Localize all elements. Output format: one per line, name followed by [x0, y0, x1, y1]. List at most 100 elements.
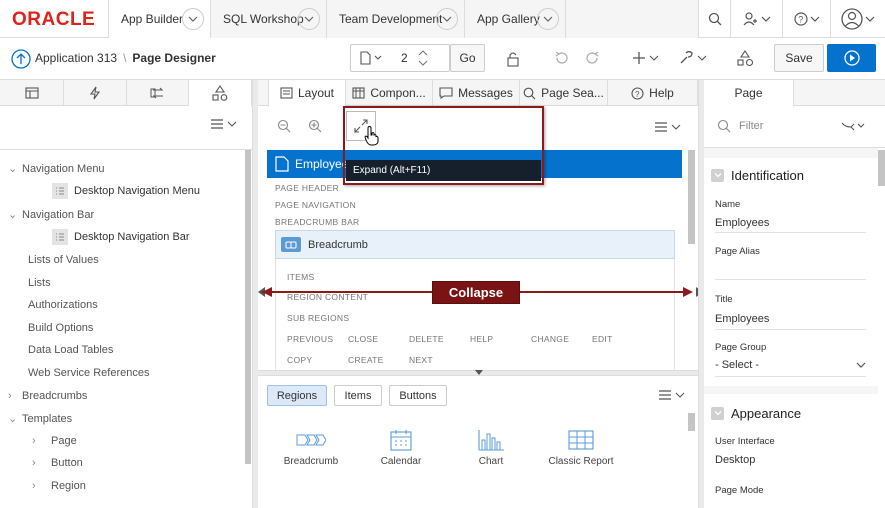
user-interface-value[interactable]: Desktop — [715, 454, 755, 466]
shared-components-icon[interactable] — [736, 49, 754, 67]
tree-node-desktop-navigation-menu[interactable]: Desktop Navigation Menu — [52, 183, 200, 199]
group-label: Appearance — [731, 406, 802, 421]
utilities-wrench-icon[interactable] — [678, 50, 710, 66]
tree-node-web-service-references[interactable]: Web Service References — [28, 367, 149, 379]
group-appearance[interactable]: Appearance — [711, 406, 801, 421]
tree-node-button[interactable]: › Button — [32, 457, 83, 469]
app-up-icon[interactable] — [11, 49, 31, 69]
tree-label: Region — [51, 480, 86, 492]
oracle-logo[interactable]: ORACLE — [12, 9, 95, 31]
chevron-down-icon[interactable] — [537, 8, 559, 30]
svg-text:?: ? — [798, 15, 803, 25]
user-icon[interactable] — [830, 0, 885, 38]
tab-page-search[interactable]: Page Sea... — [520, 80, 608, 106]
tab-shared-components[interactable] — [189, 80, 252, 107]
layout-scrollbar[interactable] — [688, 150, 695, 244]
help-icon[interactable]: ? — [782, 0, 830, 38]
search-icon[interactable] — [698, 0, 730, 38]
save-button[interactable]: Save — [774, 44, 824, 72]
tab-component-view[interactable]: Compon... — [346, 80, 433, 106]
page-number-input[interactable]: 2 — [401, 51, 408, 65]
gallery-tab-buttons[interactable]: Buttons — [389, 385, 447, 406]
tab-app-gallery[interactable]: App Gallery — [464, 0, 566, 38]
gallery-scrollbar[interactable] — [688, 413, 695, 431]
tab-messages[interactable]: Messages — [433, 80, 520, 106]
filter-input[interactable]: Filter — [739, 120, 763, 132]
go-button[interactable]: Go — [450, 44, 485, 72]
property-editor-tabs: Page — [704, 80, 885, 107]
name-field[interactable]: Employees — [715, 217, 769, 229]
tab-processing[interactable] — [127, 80, 189, 106]
left-scrollbar[interactable] — [245, 150, 251, 464]
redo-icon[interactable] — [586, 51, 600, 65]
left-menu-icon[interactable] — [210, 118, 238, 130]
chevron-right-icon[interactable]: › — [32, 435, 51, 447]
collapse-group-icon[interactable] — [711, 169, 724, 182]
zoom-in-icon[interactable] — [308, 119, 322, 133]
page-selector[interactable]: 2 — [350, 44, 450, 72]
tree-node-lists[interactable]: Lists — [28, 277, 51, 289]
layout-menu-icon[interactable] — [654, 121, 682, 133]
tab-rendering[interactable] — [0, 80, 64, 106]
splitter-down-arrow-icon[interactable] — [474, 370, 484, 376]
chevron-right-icon[interactable]: › — [32, 457, 51, 469]
tab-dynamic-actions[interactable] — [64, 80, 127, 106]
page-alias-label: Page Alias — [715, 246, 760, 257]
gallery-item-label: Calendar — [380, 456, 422, 467]
gallery-menu-icon[interactable] — [658, 389, 686, 401]
tree-node-data-load-tables[interactable]: Data Load Tables — [28, 344, 113, 356]
chevron-down-icon[interactable]: ⌄ — [8, 412, 22, 425]
group-identification[interactable]: Identification — [711, 168, 804, 183]
page-alias-underline[interactable] — [715, 279, 866, 280]
property-filter[interactable]: Filter — [717, 119, 763, 133]
gallery-tab-items[interactable]: Items — [334, 385, 382, 406]
collapse-group-icon[interactable] — [711, 407, 724, 420]
tab-page[interactable]: Page — [704, 80, 794, 107]
tree-node-region[interactable]: › Region — [32, 480, 86, 492]
search-icon — [717, 119, 731, 133]
property-scrollbar[interactable] — [878, 150, 885, 186]
gallery-item-classic-report[interactable]: Classic Report — [545, 428, 617, 467]
tab-app-builder[interactable]: App Builder — [108, 0, 210, 38]
chevron-right-icon[interactable]: › — [32, 480, 51, 492]
breadcrumb-region[interactable]: Breadcrumb — [275, 230, 675, 259]
gallery-tab-regions[interactable]: Regions — [267, 385, 327, 406]
tab-page-search-label: Page Sea... — [541, 86, 604, 100]
administration-icon[interactable] — [730, 0, 782, 38]
tab-sql-workshop[interactable]: SQL Workshop — [210, 0, 326, 38]
page-group-select[interactable]: - Select - — [715, 359, 866, 371]
chevron-right-icon[interactable]: › — [8, 390, 22, 402]
undo-icon[interactable] — [554, 51, 568, 65]
tree-node-authorizations[interactable]: Authorizations — [28, 299, 98, 311]
tree-node-lists-of-values[interactable]: Lists of Values — [28, 254, 99, 266]
tree-node-build-options[interactable]: Build Options — [28, 322, 93, 334]
zoom-out-icon[interactable] — [277, 119, 291, 133]
page-stepper-icon[interactable] — [416, 47, 430, 69]
gallery-item-calendar[interactable]: Calendar — [370, 428, 432, 467]
tab-help[interactable]: ? Help — [608, 80, 698, 106]
gallery-item-chart[interactable]: Chart — [460, 428, 522, 467]
chevron-down-icon[interactable] — [436, 8, 458, 30]
tab-layout[interactable]: Layout — [268, 80, 346, 107]
page-designer-toolbar: Application 313 \ Page Designer 2 Go Sav… — [0, 38, 885, 80]
tree-node-navigation-bar[interactable]: ⌄ Navigation Bar — [8, 208, 94, 221]
tree-node-page[interactable]: › Page — [32, 435, 77, 447]
go-to-group-icon[interactable] — [841, 120, 867, 132]
gallery-item-breadcrumb[interactable]: Breadcrumb — [280, 428, 342, 467]
tree-node-breadcrumbs[interactable]: › Breadcrumbs — [8, 390, 87, 402]
breadcrumb-application[interactable]: Application 313 — [35, 51, 117, 65]
lock-icon[interactable] — [506, 51, 520, 67]
chevron-down-icon[interactable] — [182, 8, 204, 30]
tree-node-navigation-menu[interactable]: ⌄ Navigation Menu — [8, 162, 105, 175]
chevron-down-icon[interactable] — [298, 8, 320, 30]
create-icon[interactable] — [632, 51, 660, 65]
chevron-down-icon[interactable]: ⌄ — [8, 208, 22, 221]
run-button[interactable] — [827, 44, 876, 72]
tree-node-desktop-navigation-bar[interactable]: Desktop Navigation Bar — [52, 229, 190, 245]
chevron-down-icon[interactable]: ⌄ — [8, 162, 22, 175]
tree-node-templates[interactable]: ⌄ Templates — [8, 412, 72, 425]
tab-team-development[interactable]: Team Development — [326, 0, 464, 38]
title-field[interactable]: Employees — [715, 313, 769, 325]
property-editor: Identification Name Employees Page Alias… — [704, 148, 878, 508]
calendar-icon — [390, 430, 412, 451]
